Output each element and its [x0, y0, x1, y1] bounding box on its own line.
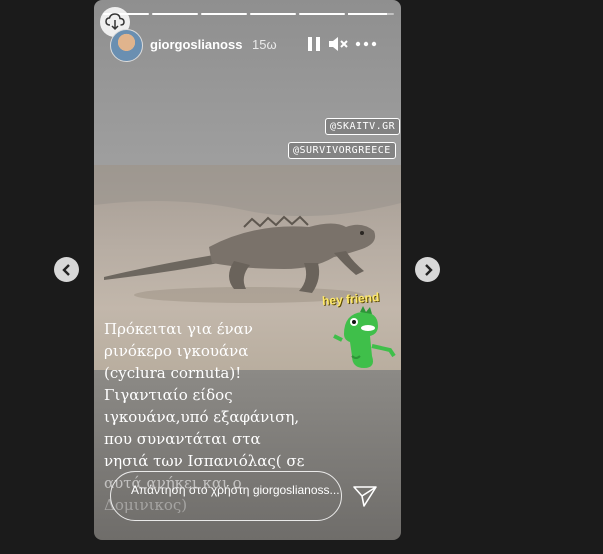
- username[interactable]: giorgoslianoss: [150, 37, 242, 52]
- send-icon: [353, 486, 377, 507]
- pause-button[interactable]: [305, 35, 323, 53]
- caption-line: ρινόκερο ιγκουάνα: [104, 342, 249, 360]
- mute-icon: [329, 37, 348, 51]
- cloud-download-icon: [105, 13, 125, 31]
- more-options-button[interactable]: [354, 35, 378, 53]
- previous-story-button[interactable]: [54, 257, 79, 282]
- mute-button[interactable]: [328, 35, 348, 53]
- reply-placeholder: Απάντηση στο χρήστη giorgoslianoss...: [131, 483, 340, 497]
- chevron-left-icon: [61, 263, 70, 276]
- mention-tag[interactable]: @SKAITV.GR: [325, 118, 401, 135]
- reply-input[interactable]: Απάντηση στο χρήστη giorgoslianoss...: [110, 471, 342, 521]
- caption-line: που συναντάται στα: [104, 430, 261, 448]
- progress-segment-current: [348, 13, 394, 15]
- pause-icon: [308, 37, 320, 51]
- dinosaur-sticker: [333, 306, 396, 368]
- more-icon: [355, 41, 377, 47]
- caption-line: ιγκουάνα,υπό εξαφάνιση,: [104, 408, 300, 426]
- send-button[interactable]: [352, 484, 378, 513]
- caption-line: Γιγαντιαίο είδος: [104, 386, 233, 404]
- avatar[interactable]: [110, 29, 143, 62]
- progress-segment: [250, 13, 296, 15]
- progress-segment: [201, 13, 247, 15]
- progress-segment: [299, 13, 345, 15]
- story-progress-bar: [103, 13, 394, 15]
- progress-segment: [152, 13, 198, 15]
- caption-line: Πρόκειται για έναν: [104, 320, 253, 338]
- caption-line: νησιά των Ισπανιόλας( σε: [104, 452, 305, 470]
- chevron-right-icon: [424, 263, 433, 276]
- mention-tag[interactable]: @SURVIVORGREECE: [288, 142, 396, 159]
- next-story-button[interactable]: [415, 257, 440, 282]
- caption-line: (cyclura cornuta)!: [104, 364, 242, 382]
- story-time: 15ω: [252, 37, 277, 52]
